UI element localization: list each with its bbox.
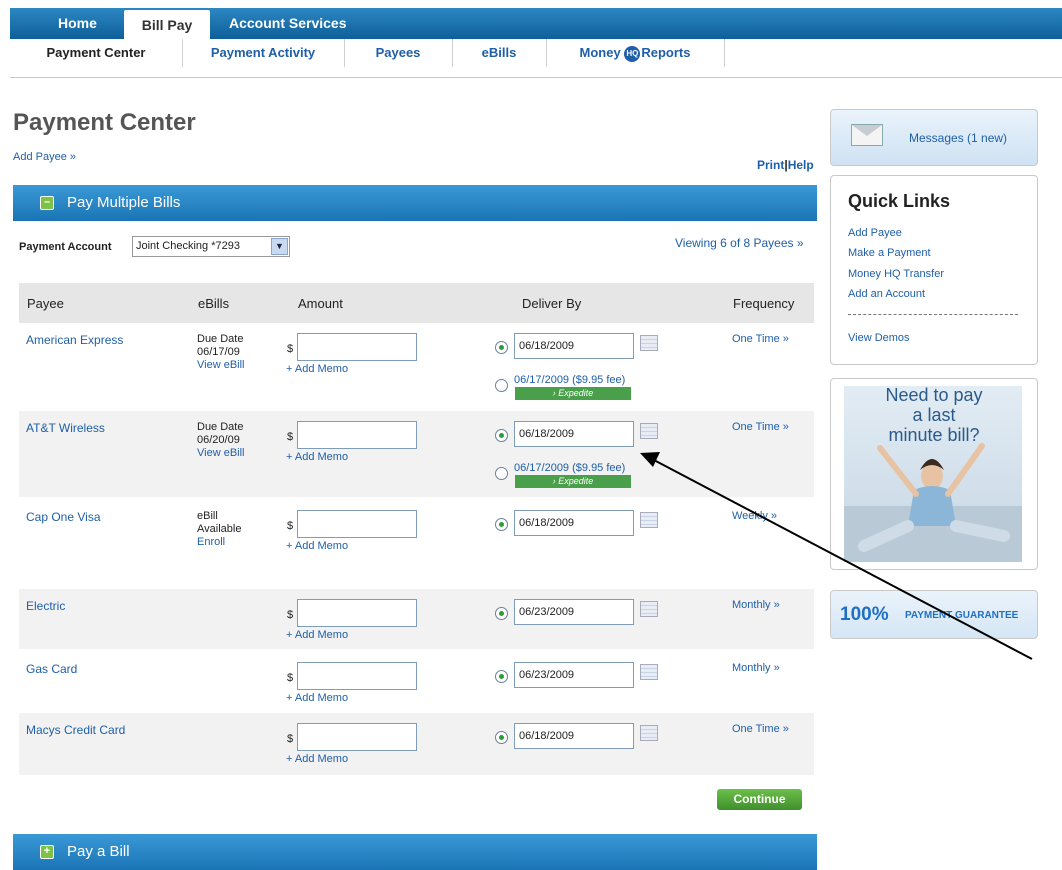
annotation-arrow — [640, 452, 1033, 660]
